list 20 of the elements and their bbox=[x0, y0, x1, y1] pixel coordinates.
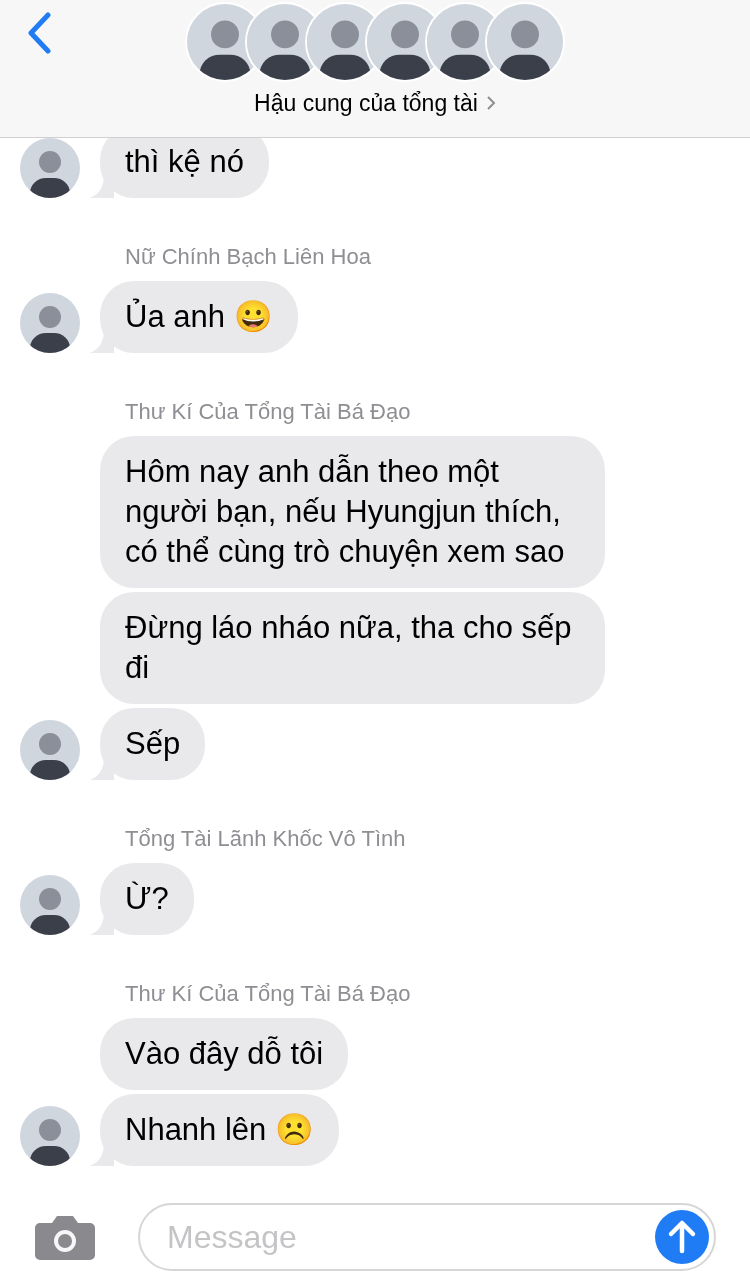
sender-name: Thư Kí Của Tổng Tài Bá Đạo bbox=[125, 398, 412, 426]
message-field[interactable]: Message bbox=[138, 1203, 716, 1271]
sender-name: Tổng Tài Lãnh Khốc Vô Tình bbox=[125, 825, 407, 853]
back-icon[interactable] bbox=[26, 12, 52, 54]
group-title[interactable]: Hậu cung của tổng tài bbox=[254, 86, 496, 121]
message-bubble: Hôm nay anh dẫn theo một người bạn, nếu Hyungjun thích, có thể cùng trò chuyện xem sao bbox=[100, 436, 605, 588]
camera-icon[interactable] bbox=[34, 1213, 96, 1261]
avatar-icon bbox=[20, 720, 80, 780]
send-icon[interactable] bbox=[654, 1209, 710, 1265]
message-bubble: Vào đây dỗ tôi bbox=[100, 1018, 349, 1090]
avatar-icon bbox=[20, 875, 80, 935]
chevron-icon bbox=[485, 95, 496, 112]
sender-name: Nữ Chính Bạch Liên Hoa bbox=[125, 243, 372, 271]
message-bubble: Đừng láo nháo nữa, tha cho sếp đi bbox=[100, 592, 605, 704]
avatar-icon bbox=[20, 138, 80, 198]
message-input[interactable]: Message bbox=[167, 1213, 654, 1261]
sender-name: Thư Kí Của Tổng Tài Bá Đạo bbox=[125, 980, 412, 1008]
avatar-icon bbox=[487, 4, 563, 80]
avatar-icon bbox=[20, 293, 80, 353]
avatar-icon bbox=[20, 1106, 80, 1166]
